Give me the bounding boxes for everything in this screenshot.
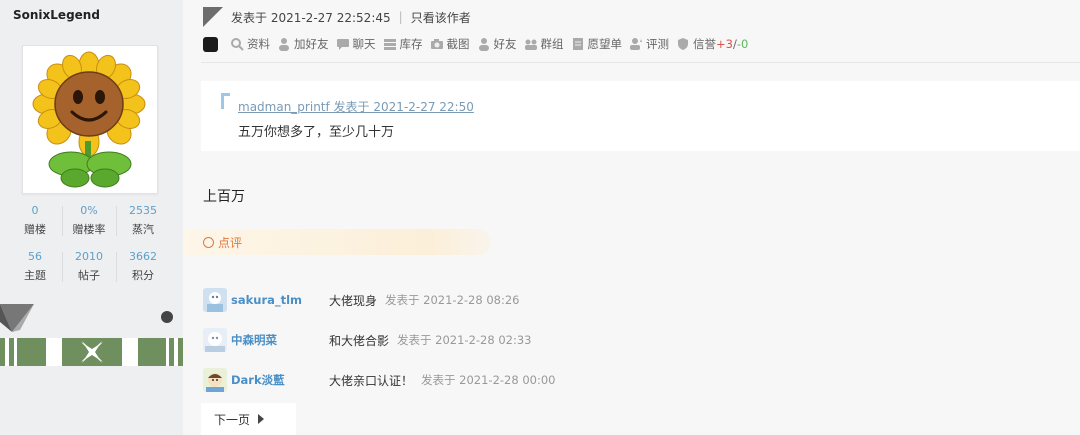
action-groups[interactable]: 群组 (524, 36, 564, 52)
stat-divider (62, 252, 63, 282)
camera-icon (430, 39, 443, 49)
header-separator: | (398, 10, 403, 24)
credit-plus: +3 (716, 37, 733, 51)
chevron-right-icon (258, 414, 265, 424)
comment-item: 中森明菜 和大佬合影 发表于 2021-2-28 02:33 (203, 325, 803, 355)
group-icon (524, 39, 537, 50)
quote-block: madman_printf 发表于 2021-2-27 22:50 五万你想多了… (201, 81, 1080, 151)
stat-steam[interactable]: 2535 蒸汽 (116, 204, 170, 237)
user-icon (478, 38, 489, 51)
library-icon (383, 39, 396, 50)
commenter-name[interactable]: sakura_tlm (231, 293, 321, 307)
quote-text: 五万你想多了，至少几十万 (238, 125, 395, 140)
commenter-avatar[interactable] (203, 368, 227, 392)
shield-icon (678, 38, 688, 50)
action-profile[interactable]: 资料 (230, 36, 270, 52)
author-username[interactable]: SonixLegend (13, 8, 100, 22)
stat-gift-rate[interactable]: 0% 赠楼率 (62, 204, 116, 237)
comment-header: 点评 (183, 229, 491, 255)
action-add-friend[interactable]: 加好友 (277, 36, 329, 52)
author-sidebar: SonixLegend 0 赠楼 0% 赠楼率 2535 蒸汽 56 主题 20… (0, 0, 183, 435)
steam-icon[interactable] (203, 36, 218, 52)
comment-label: 点评 (218, 235, 243, 250)
comment-time: 发表于 2021-2-28 00:00 (421, 373, 556, 387)
action-wishlist[interactable]: 愿望单 (571, 36, 622, 52)
action-reviews[interactable]: 评测 (629, 36, 669, 52)
comment-text: 大佬现身 (329, 293, 378, 308)
medal-badges (0, 304, 183, 366)
post-main: 发表于 2021-2-27 22:52:45 | 只看该作者 资料 加好友 聊天… (183, 0, 1080, 435)
author-actions-bar: 资料 加好友 聊天 库存 截图 好友 群组 愿望单 评测 信誉 +3 / -0 (203, 36, 755, 52)
wishlist-icon (572, 38, 583, 50)
add-user-icon (279, 38, 289, 51)
sunflower-avatar-image (32, 51, 146, 188)
comment-circle-icon (203, 236, 214, 248)
stat-points[interactable]: 3662 积分 (116, 250, 170, 283)
comment-text: 和大佬合影 (329, 333, 390, 348)
comment-item: Dark淡藍 大佬亲口认证！ 发表于 2021-2-28 00:00 (203, 365, 803, 395)
commenter-avatar[interactable] (203, 288, 227, 312)
next-page-label: 下一页 (214, 412, 251, 427)
action-credit[interactable]: 信誉 +3 / -0 (676, 36, 748, 52)
credit-minus: -0 (736, 37, 749, 51)
floor-marker-icon (203, 7, 223, 27)
chat-icon (336, 39, 349, 50)
stat-threads[interactable]: 56 主题 (8, 250, 62, 283)
comment-text: 大佬亲口认证！ (329, 373, 414, 388)
search-icon (231, 38, 244, 51)
stat-divider (116, 252, 117, 282)
next-page-button[interactable]: 下一页 (201, 403, 296, 435)
stat-posts[interactable]: 2010 帖子 (62, 250, 116, 283)
action-friends[interactable]: 好友 (477, 36, 517, 52)
review-icon (630, 38, 642, 50)
commenter-name[interactable]: 中森明菜 (231, 332, 321, 348)
comment-item: sakura_tlm 大佬现身 发表于 2021-2-28 08:26 (203, 285, 803, 315)
action-screenshot[interactable]: 截图 (430, 36, 470, 52)
comment-time: 发表于 2021-2-28 02:33 (397, 333, 532, 347)
post-header: 发表于 2021-2-27 22:52:45 | 只看该作者 (203, 6, 471, 28)
commenter-name[interactable]: Dark淡藍 (231, 372, 321, 388)
commenter-avatar[interactable] (203, 328, 227, 352)
author-avatar[interactable] (22, 45, 158, 194)
post-timestamp: 发表于 2021-2-27 22:52:45 (231, 10, 391, 25)
action-library[interactable]: 库存 (383, 36, 423, 52)
stat-divider (62, 206, 63, 236)
quote-source-link[interactable]: madman_printf 发表于 2021-2-27 22:50 (238, 98, 474, 115)
only-author-link[interactable]: 只看该作者 (411, 9, 471, 26)
quote-mark-icon (221, 93, 230, 96)
stat-gift-floor[interactable]: 0 赠楼 (8, 204, 62, 237)
stat-divider (116, 206, 117, 236)
header-divider (201, 62, 1080, 63)
post-body: 上百万 (203, 189, 245, 205)
comment-time: 发表于 2021-2-28 08:26 (385, 293, 520, 307)
medal-area (0, 300, 183, 370)
action-chat[interactable]: 聊天 (336, 36, 376, 52)
